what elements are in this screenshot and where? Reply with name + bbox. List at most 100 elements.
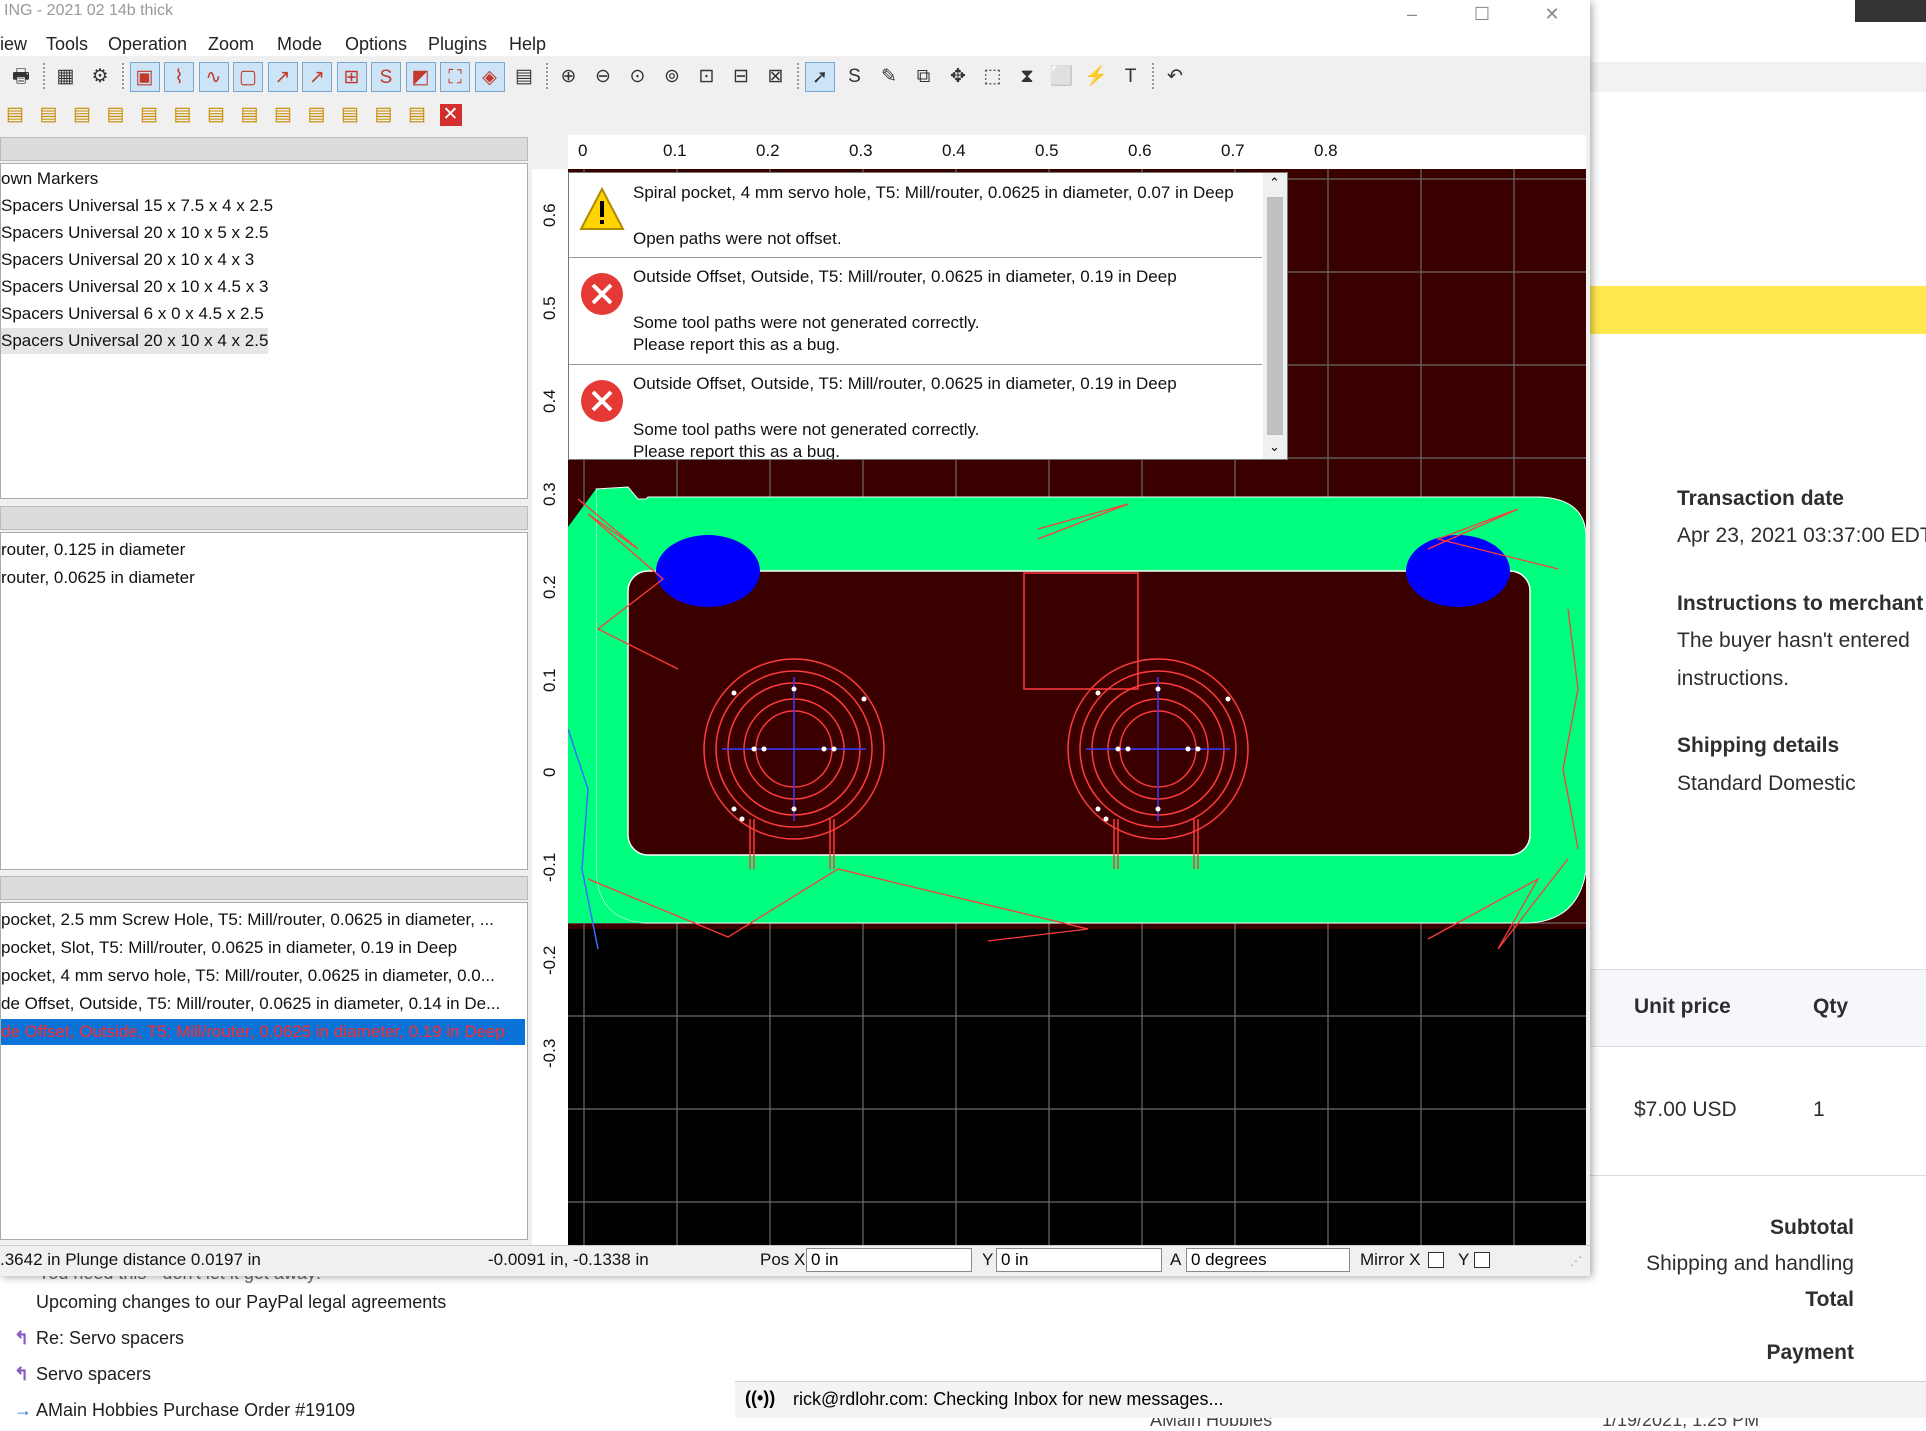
tool7-icon[interactable]: ▤	[201, 100, 231, 130]
message-item-warning[interactable]: Spiral pocket, 4 mm servo hole, T5: Mill…	[569, 173, 1262, 258]
tool12-icon[interactable]: ▤	[369, 100, 399, 130]
screw-hole-left[interactable]	[656, 535, 760, 607]
tool8-icon[interactable]: ▤	[235, 100, 265, 130]
cut-icon[interactable]: ⚡	[1081, 62, 1111, 92]
tree-item[interactable]: Spacers Universal 20 x 10 x 4.5 x 3	[1, 274, 268, 300]
draw-polyline-icon[interactable]: ⌇	[164, 62, 194, 92]
mail-item-paypal[interactable]: Upcoming changes to our PayPal legal agr…	[14, 1292, 446, 1313]
undo-icon[interactable]: ↶	[1160, 62, 1190, 92]
mail-item-re-servo[interactable]: ↰ Re: Servo spacers	[14, 1328, 184, 1349]
menu-mode[interactable]: Mode	[277, 32, 322, 56]
operation-item-selected[interactable]: de Offset, Outside, T5: Mill/router, 0.0…	[1, 1019, 525, 1045]
toolbar-separator	[42, 63, 45, 91]
operation-item[interactable]: pocket, 2.5 mm Screw Hole, T5: Mill/rout…	[1, 907, 494, 933]
tree-item[interactable]: Spacers Universal 15 x 7.5 x 4 x 2.5	[1, 193, 273, 219]
mail-item-amain[interactable]: → AMain Hobbies Purchase Order #19109	[14, 1400, 355, 1421]
pos-x-label: Pos X	[760, 1250, 806, 1269]
tool10-icon[interactable]: ▤	[302, 100, 332, 130]
fit-icon[interactable]: ⬜	[1047, 62, 1077, 92]
edit-node-icon[interactable]: ✎	[874, 62, 904, 92]
menu-tools[interactable]: Tools	[46, 32, 88, 56]
edit-shape-icon[interactable]: ⧉	[909, 62, 939, 92]
reply-icon: ↰	[14, 1364, 30, 1384]
close-red-icon[interactable]: ✕	[439, 104, 462, 126]
select-node-icon[interactable]: S	[840, 62, 870, 92]
angle-input[interactable]: 0 degrees	[1186, 1248, 1350, 1272]
draw-rect-icon[interactable]: ▣	[129, 62, 160, 92]
subtotal-label: Subtotal	[1770, 1216, 1854, 1239]
transform-icon[interactable]: ⬚	[978, 62, 1008, 92]
qty-value: 1	[1813, 1098, 1825, 1121]
draw-spline-icon[interactable]: S	[371, 62, 401, 92]
zoom-extents-icon[interactable]: ⊡	[692, 62, 722, 92]
text-tool-icon[interactable]: T	[1116, 62, 1146, 92]
zoom-out-icon[interactable]: ⊖	[588, 62, 618, 92]
tool9-icon[interactable]: ▤	[268, 100, 298, 130]
tree-item[interactable]: own Markers	[1, 166, 98, 192]
draw-arrow-icon[interactable]: ↗	[302, 62, 332, 92]
menu-plugins[interactable]: Plugins	[428, 32, 487, 56]
zoom-in-icon[interactable]: ⊕	[554, 62, 584, 92]
message-item-error[interactable]: Outside Offset, Outside, T5: Mill/router…	[569, 257, 1262, 365]
draw-highlight-icon[interactable]: ◩	[405, 62, 436, 92]
operations-panel-header	[0, 876, 528, 900]
scrollbar-thumb[interactable]	[1267, 197, 1283, 435]
menu-view[interactable]: iew	[0, 32, 27, 56]
resize-grip-icon[interactable]: ⋰	[1570, 1254, 1582, 1268]
tree-item-selected[interactable]: Spacers Universal 20 x 10 x 4 x 2.5	[1, 328, 269, 354]
menu-options[interactable]: Options	[345, 32, 407, 56]
tool1-icon[interactable]: ▤	[0, 100, 30, 130]
tool5-icon[interactable]: ▤	[134, 100, 164, 130]
zoom-selection-icon[interactable]: ⊙	[623, 62, 653, 92]
tool6-icon[interactable]: ▤	[168, 100, 198, 130]
zoom-fit-icon[interactable]: ⊠	[761, 62, 791, 92]
message-scrollbar[interactable]: ⌃ ⌄	[1263, 173, 1287, 459]
draw-line-icon[interactable]: ↗	[267, 62, 298, 92]
menu-operation[interactable]: Operation	[108, 32, 187, 56]
tree-item[interactable]: Spacers Universal 20 x 10 x 4 x 3	[1, 247, 254, 273]
calculator-icon[interactable]: ▦	[51, 62, 81, 92]
pos-x-input[interactable]: 0 in	[806, 1248, 972, 1272]
menu-zoom[interactable]: Zoom	[208, 32, 254, 56]
tool2-icon[interactable]: ▤	[34, 100, 64, 130]
operation-item[interactable]: pocket, 4 mm servo hole, T5: Mill/router…	[1, 963, 495, 989]
scroll-down-icon[interactable]: ⌄	[1269, 439, 1280, 455]
maximize-icon[interactable]: ☐	[1460, 0, 1504, 30]
tool11-icon[interactable]: ▤	[335, 100, 365, 130]
close-icon[interactable]: ✕	[1530, 0, 1574, 30]
cnc-icon[interactable]: ⚙	[85, 62, 115, 92]
menu-help[interactable]: Help	[509, 32, 546, 56]
draw-text-icon[interactable]: ⊞	[336, 62, 367, 92]
scroll-up-icon[interactable]: ⌃	[1269, 175, 1280, 191]
mirror-x-checkbox[interactable]	[1428, 1252, 1444, 1268]
print-icon[interactable]: 🖶	[6, 62, 36, 92]
pocket-cavity[interactable]	[627, 570, 1531, 856]
operation-item[interactable]: de Offset, Outside, T5: Mill/router, 0.0…	[1, 991, 500, 1017]
tool-item[interactable]: router, 0.0625 in diameter	[1, 565, 195, 591]
edit-path-icon[interactable]: ⧗	[1012, 62, 1042, 92]
draw-square-icon[interactable]: ▢	[233, 62, 263, 92]
screw-hole-right[interactable]	[1406, 535, 1510, 607]
pos-y-input[interactable]: 0 in	[996, 1248, 1162, 1272]
move-icon[interactable]: ✥	[943, 62, 973, 92]
message-item-error[interactable]: Outside Offset, Outside, T5: Mill/router…	[569, 364, 1262, 459]
trace-icon[interactable]: ⛶	[440, 62, 470, 92]
tool4-icon[interactable]: ▤	[101, 100, 131, 130]
draw-curve-icon[interactable]: ∿	[198, 62, 229, 92]
tool13-icon[interactable]: ▤	[402, 100, 432, 130]
mail-message-list: You need this - don't let it get away! U…	[0, 1263, 735, 1429]
mirror-y-checkbox[interactable]	[1474, 1252, 1490, 1268]
tool-item[interactable]: router, 0.125 in diameter	[1, 537, 185, 563]
zoom-group-icon[interactable]: ⊚	[657, 62, 687, 92]
zoom-window-icon[interactable]: ⊟	[726, 62, 756, 92]
mail-item-servo[interactable]: ↰ Servo spacers	[14, 1364, 151, 1385]
operation-item[interactable]: pocket, Slot, T5: Mill/router, 0.0625 in…	[1, 935, 457, 961]
minimize-icon[interactable]: –	[1390, 0, 1434, 30]
tree-item[interactable]: Spacers Universal 6 x 0 x 4.5 x 2.5	[1, 301, 264, 327]
tree-item[interactable]: Spacers Universal 20 x 10 x 5 x 2.5	[1, 220, 268, 246]
layers-icon[interactable]: ◈	[474, 62, 505, 92]
select-icon[interactable]: ➚	[805, 62, 835, 92]
ruler-tick-label: 0.5	[540, 296, 559, 320]
tool3-icon[interactable]: ▤	[67, 100, 97, 130]
window-icon[interactable]: ▤	[509, 62, 539, 92]
